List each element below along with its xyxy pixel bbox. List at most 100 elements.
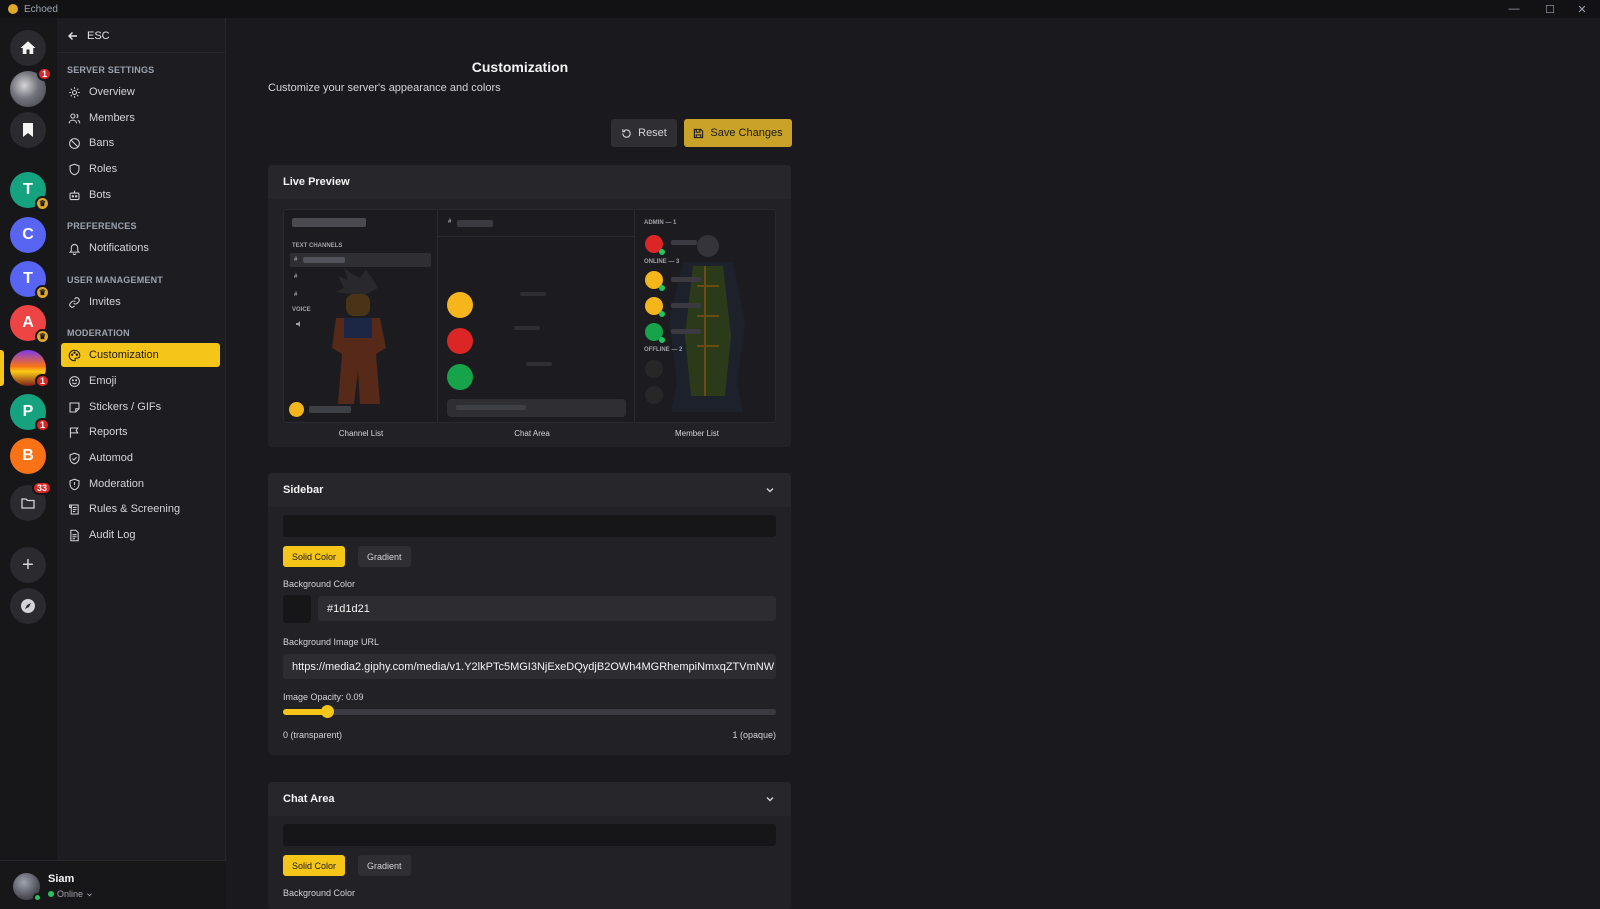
server-a[interactable]: A ♛ <box>10 305 50 344</box>
username: Siam <box>48 873 75 885</box>
minimize-button[interactable]: — <box>1496 0 1532 18</box>
online-dot <box>659 285 665 291</box>
preview-channel-list: TEXT CHANNELS # # # VOICE <box>283 209 438 423</box>
nav-item-automod[interactable]: Automod <box>61 446 220 470</box>
gradient-toggle[interactable]: Gradient <box>358 855 411 876</box>
opacity-max-label: 1 (opaque) <box>732 730 776 740</box>
chat-area-caption: Chat Area <box>514 429 550 438</box>
preview-user-avatar <box>289 402 304 417</box>
crown-icon: ♛ <box>35 285 50 300</box>
server-letter: T <box>23 270 33 287</box>
status-selector[interactable]: Online <box>48 889 93 899</box>
chat-area-color-preview <box>283 824 776 846</box>
explore-button[interactable] <box>10 588 46 624</box>
nav-item-roles[interactable]: Roles <box>61 157 220 181</box>
online-status-dot <box>33 893 42 902</box>
message-placeholder <box>526 362 552 366</box>
chat-area-section-header[interactable]: Chat Area <box>268 782 791 816</box>
admin-heading: ADMIN — 1 <box>644 220 677 226</box>
server-sunset[interactable]: 1 <box>10 350 50 388</box>
online-dot <box>659 311 665 317</box>
save-changes-button[interactable]: Save Changes <box>684 119 792 147</box>
sticker-icon <box>69 402 80 412</box>
member-name-placeholder <box>671 240 697 245</box>
server-t[interactable]: T ♛ <box>10 172 50 211</box>
nav-item-customization[interactable]: Customization <box>61 343 220 367</box>
nav-item-emoji[interactable]: Emoji <box>61 369 220 393</box>
nav-item-notifications[interactable]: Notifications <box>61 236 220 260</box>
nav-label: Stickers / GIFs <box>89 401 162 413</box>
server-c[interactable]: C <box>10 217 46 253</box>
nav-label: Audit Log <box>89 529 136 541</box>
reset-label: Reset <box>638 127 667 139</box>
section-moderation: MODERATION <box>67 328 130 338</box>
message-placeholder <box>520 292 546 296</box>
server-b[interactable]: B <box>10 438 46 474</box>
nav-item-overview[interactable]: Overview <box>61 80 220 104</box>
shield-alert-icon <box>69 478 80 490</box>
voice-heading: VOICE <box>292 307 311 313</box>
color-swatch[interactable] <box>283 595 311 623</box>
maximize-button[interactable]: ☐ <box>1532 0 1568 18</box>
divider <box>57 52 226 53</box>
member-name-placeholder <box>671 303 701 308</box>
nav-item-moderation[interactable]: Moderation <box>61 472 220 496</box>
app-title: Echoed <box>24 3 58 15</box>
esc-label: ESC <box>87 30 110 42</box>
nav-label: Bans <box>89 137 115 149</box>
live-preview-card: Live Preview TEXT CHANNELS # # # VOICE # <box>268 165 791 447</box>
nav-item-invites[interactable]: Invites <box>61 290 220 314</box>
arrow-left-icon <box>68 32 77 40</box>
input-text-placeholder <box>456 405 526 410</box>
nav-item-stickers[interactable]: Stickers / GIFs <box>61 395 220 419</box>
message-avatar <box>447 364 473 390</box>
users-icon <box>68 113 81 123</box>
close-button[interactable]: ✕ <box>1564 0 1600 18</box>
section-user-management: USER MANAGEMENT <box>67 275 164 285</box>
solid-color-toggle[interactable]: Solid Color <box>283 546 346 567</box>
online-heading: ONLINE — 3 <box>644 259 680 265</box>
gradient-toggle[interactable]: Gradient <box>358 546 411 567</box>
server-p[interactable]: P 1 <box>10 394 50 432</box>
server-avatar-1[interactable]: 1 <box>10 67 52 107</box>
nav-item-bans[interactable]: Bans <box>61 131 220 155</box>
nav-item-bots[interactable]: Bots <box>61 183 220 207</box>
chevron-down-icon <box>766 488 774 493</box>
background-color-label: Background Color <box>283 579 356 589</box>
nav-label: Members <box>89 112 135 124</box>
server-folder[interactable]: 33 <box>10 481 52 521</box>
home-button[interactable] <box>10 30 46 66</box>
online-dot <box>659 337 665 343</box>
unread-badge: 1 <box>34 374 50 388</box>
nav-item-members[interactable]: Members <box>61 106 220 130</box>
esc-button[interactable]: ESC <box>67 27 110 45</box>
opacity-slider[interactable] <box>283 705 776 718</box>
channel-name-placeholder <box>303 257 345 263</box>
nav-label: Bots <box>89 189 112 201</box>
nav-item-reports[interactable]: Reports <box>61 420 220 444</box>
sidebar-section-header[interactable]: Sidebar <box>268 473 791 507</box>
bell-icon <box>68 243 81 255</box>
reset-button[interactable]: Reset <box>611 119 677 147</box>
preview-chat-area: # <box>438 209 634 423</box>
solid-color-toggle[interactable]: Solid Color <box>283 855 346 876</box>
opacity-slider-thumb[interactable] <box>321 705 335 718</box>
nav-item-rules[interactable]: Rules & Screening <box>61 497 220 521</box>
nav-item-audit-log[interactable]: Audit Log <box>61 523 220 547</box>
server-letter: C <box>22 226 34 243</box>
bookmarks-button[interactable] <box>10 112 46 148</box>
live-preview-header: Live Preview <box>268 165 791 199</box>
plus-icon: + <box>22 553 34 576</box>
scroll-icon <box>69 504 79 514</box>
background-color-input[interactable]: #1d1d21 <box>318 596 776 621</box>
background-image-url-input[interactable]: https://media2.giphy.com/media/v1.Y2lkPT… <box>283 654 776 679</box>
online-dot <box>659 249 665 255</box>
character-figure-image <box>669 235 745 412</box>
chevron-down-icon <box>87 892 93 896</box>
folder-icon <box>21 498 35 509</box>
add-server-button[interactable]: + <box>10 547 46 583</box>
text-channels-heading: TEXT CHANNELS <box>292 243 343 249</box>
server-t2[interactable]: T ♛ <box>10 261 50 300</box>
channel-list-caption: Channel List <box>338 429 384 438</box>
channel-hash: # <box>294 292 298 298</box>
